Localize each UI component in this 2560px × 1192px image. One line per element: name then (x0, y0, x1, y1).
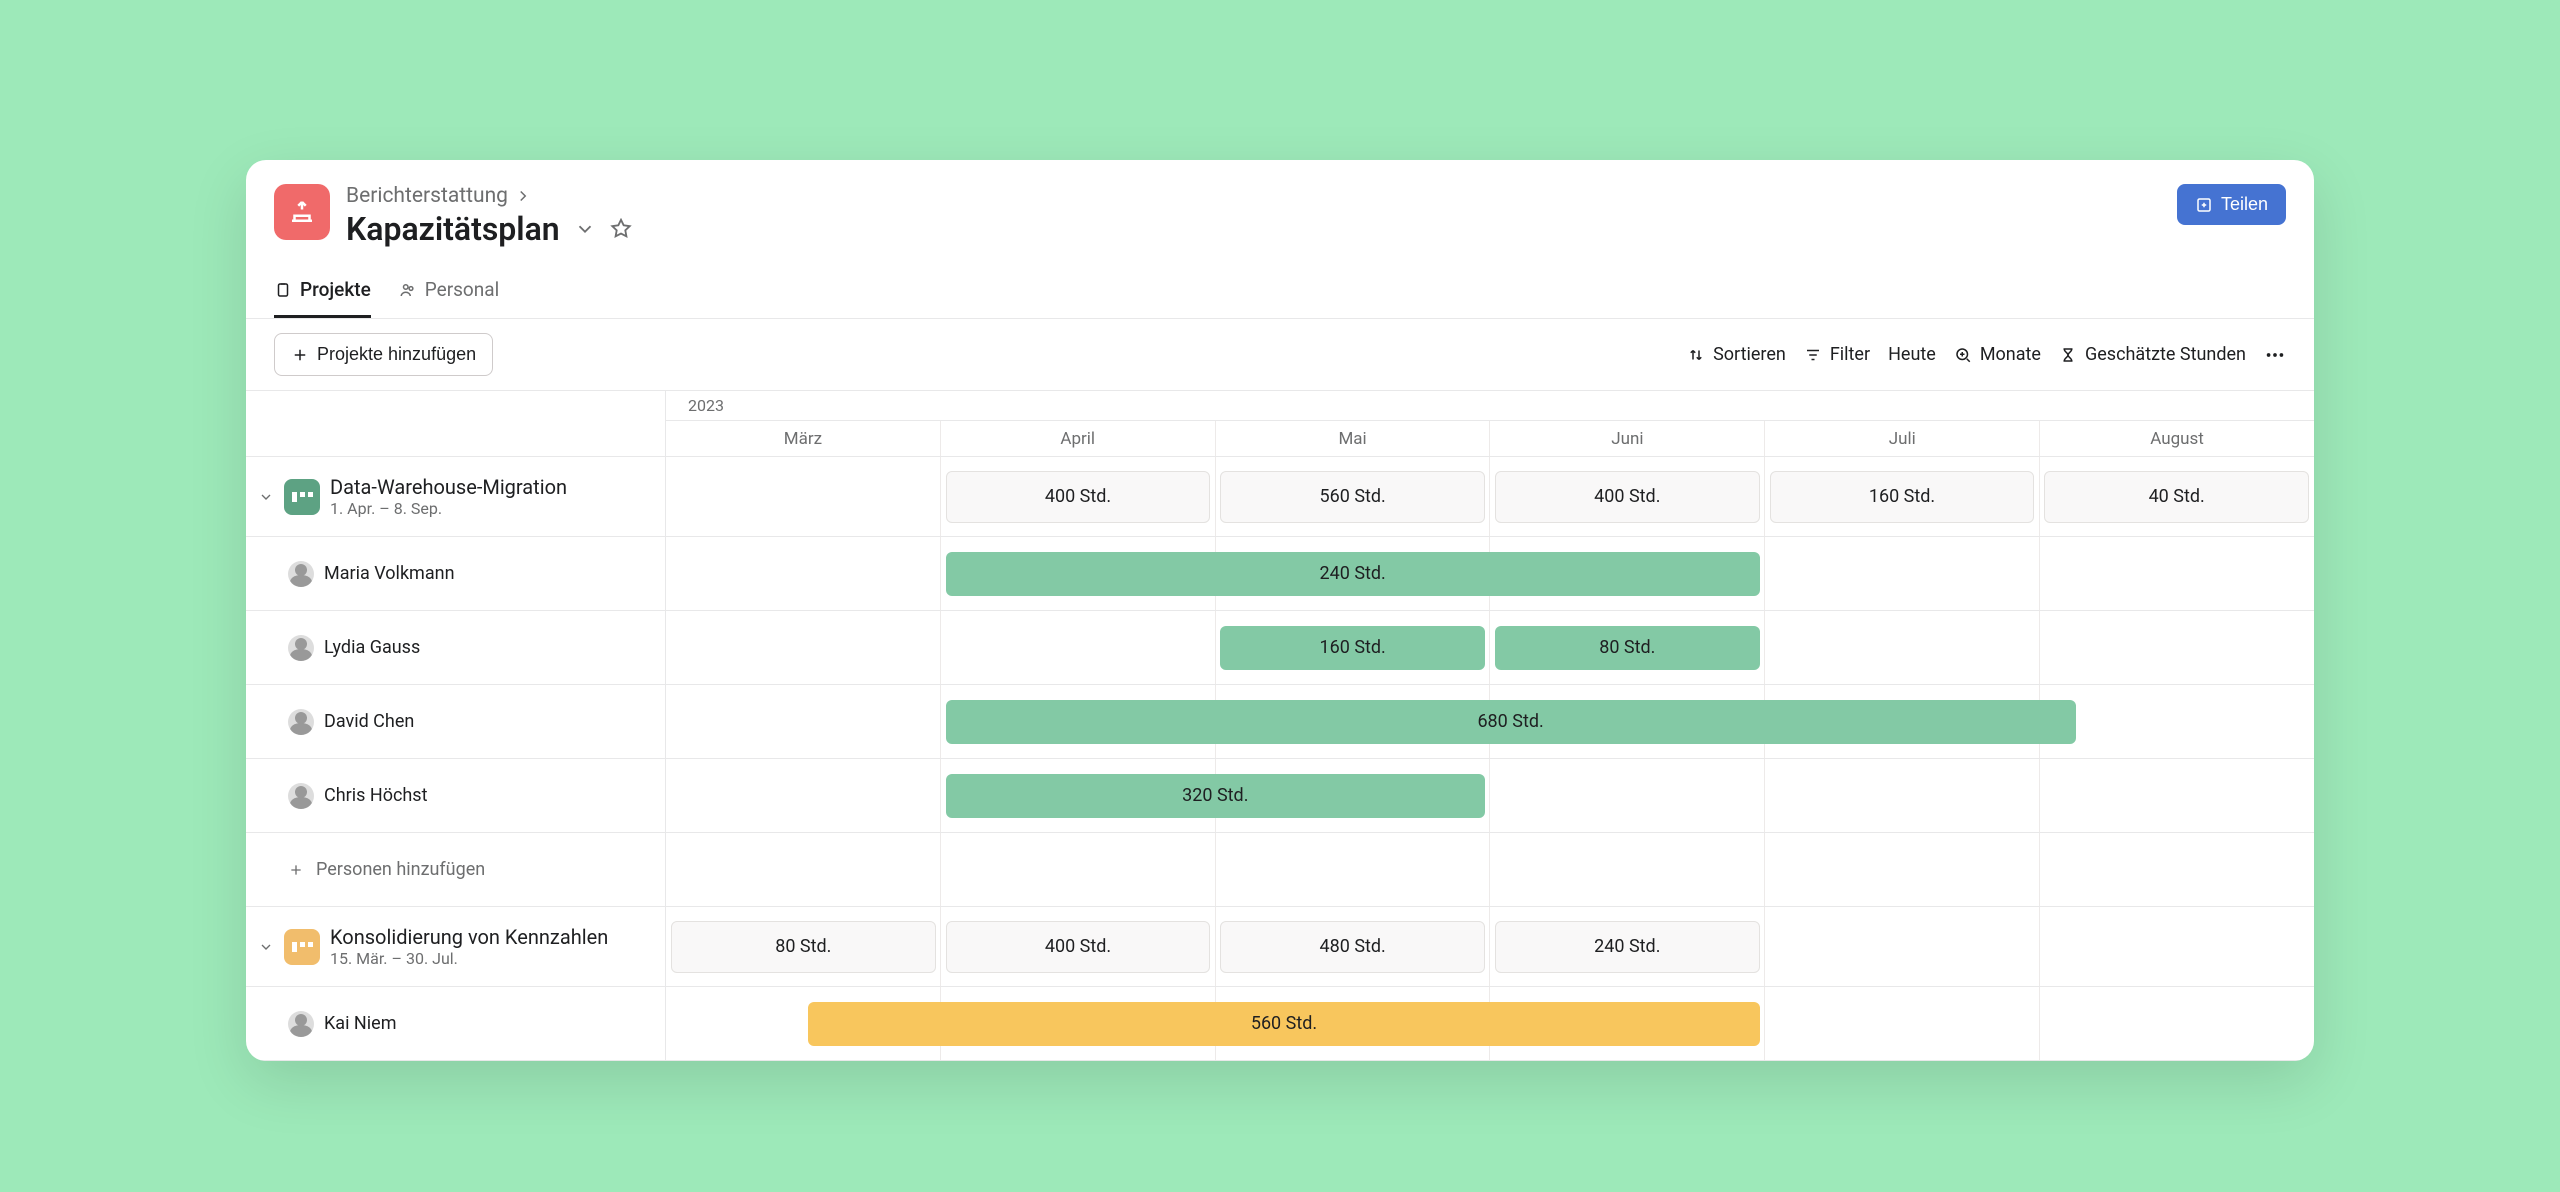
project-icon (284, 479, 320, 515)
star-icon[interactable] (610, 218, 632, 240)
summary-cell[interactable]: 480 Std. (1220, 921, 1485, 973)
avatar (288, 561, 314, 587)
share-button[interactable]: Teilen (2177, 184, 2286, 225)
people-icon (399, 281, 417, 299)
person-row[interactable]: Kai Niem (246, 987, 665, 1061)
avatar (288, 709, 314, 735)
header: Berichterstattung Kapazitätsplan Teilen (246, 160, 2314, 248)
person-name: Lydia Gauss (324, 637, 420, 658)
zoom-icon (1954, 346, 1972, 364)
project-icon (284, 929, 320, 965)
project-summary-row: 400 Std.560 Std.400 Std.160 Std.40 Std. (666, 457, 2314, 537)
person-row[interactable]: Maria Volkmann (246, 537, 665, 611)
sort-button[interactable]: Sortieren (1687, 344, 1786, 365)
share-label: Teilen (2221, 194, 2268, 215)
summary-cell[interactable]: 400 Std. (946, 471, 1211, 523)
project-title: Data-Warehouse-Migration (330, 475, 567, 499)
month-cell: April (941, 421, 1216, 456)
summary-cell[interactable]: 560 Std. (1220, 471, 1485, 523)
more-button[interactable] (2264, 344, 2286, 366)
plus-icon (291, 346, 309, 364)
allocation-bar[interactable]: 240 Std. (946, 552, 1760, 596)
allocation-bar[interactable]: 320 Std. (946, 774, 1485, 818)
tab-personnel-label: Personal (425, 278, 499, 301)
breadcrumb-text: Berichterstattung (346, 184, 508, 208)
share-icon (2195, 196, 2213, 214)
allocation-bar[interactable]: 560 Std. (808, 1002, 1759, 1046)
summary-cell[interactable]: 240 Std. (1495, 921, 1760, 973)
timeline: 2023 MärzAprilMaiJuniJuliAugust 400 Std.… (666, 391, 2314, 1061)
allocation-bar[interactable]: 680 Std. (946, 700, 2076, 744)
month-cell: März (666, 421, 941, 456)
month-cell: Mai (1216, 421, 1491, 456)
hourglass-icon (2059, 346, 2077, 364)
breadcrumb[interactable]: Berichterstattung (346, 184, 632, 208)
tabs: Projekte Personal (246, 268, 2314, 319)
tab-projects[interactable]: Projekte (274, 268, 371, 318)
plus-icon (288, 862, 304, 878)
project-summary-row: 80 Std.400 Std.480 Std.240 Std. (666, 907, 2314, 987)
summary-cell[interactable]: 160 Std. (1770, 471, 2035, 523)
project-row[interactable]: Konsolidierung von Kennzahlen 15. Mär. –… (246, 907, 665, 987)
filter-button[interactable]: Filter (1804, 344, 1870, 365)
avatar (288, 635, 314, 661)
person-timeline-row: 240 Std. (666, 537, 2314, 611)
toolbar: Projekte hinzufügen Sortieren Filter Heu… (246, 319, 2314, 390)
allocation-bar[interactable]: 160 Std. (1220, 626, 1485, 670)
year-row: 2023 (666, 391, 2314, 421)
person-row[interactable]: David Chen (246, 685, 665, 759)
add-people-button[interactable]: Personen hinzufügen (246, 833, 665, 907)
person-name: Kai Niem (324, 1013, 396, 1034)
today-button[interactable]: Heute (1888, 344, 1936, 365)
project-dates: 1. Apr. – 8. Sep. (330, 499, 567, 518)
month-cell: Juni (1490, 421, 1765, 456)
person-name: David Chen (324, 711, 414, 732)
month-header: MärzAprilMaiJuniJuliAugust (666, 421, 2314, 457)
chevron-down-icon[interactable] (258, 939, 274, 955)
chevron-right-icon (514, 187, 532, 205)
summary-cell[interactable]: 80 Std. (671, 921, 936, 973)
person-row[interactable]: Lydia Gauss (246, 611, 665, 685)
add-projects-button[interactable]: Projekte hinzufügen (274, 333, 493, 376)
avatar (288, 1011, 314, 1037)
chevron-down-icon[interactable] (258, 489, 274, 505)
allocation-bar[interactable]: 80 Std. (1495, 626, 1760, 670)
person-timeline-row: 320 Std. (666, 759, 2314, 833)
left-column: Data-Warehouse-Migration 1. Apr. – 8. Se… (246, 391, 666, 1061)
workspace-icon (274, 184, 330, 240)
summary-cell[interactable]: 400 Std. (946, 921, 1211, 973)
page-title: Kapazitätsplan (346, 210, 560, 248)
sort-icon (1687, 346, 1705, 364)
person-row[interactable]: Chris Höchst (246, 759, 665, 833)
tab-projects-label: Projekte (300, 278, 371, 301)
chevron-down-icon[interactable] (574, 218, 596, 240)
months-button[interactable]: Monate (1954, 344, 2041, 365)
app-window: Berichterstattung Kapazitätsplan Teilen … (246, 160, 2314, 1061)
summary-cell[interactable]: 400 Std. (1495, 471, 1760, 523)
month-cell: Juli (1765, 421, 2040, 456)
summary-cell[interactable]: 40 Std. (2044, 471, 2309, 523)
filter-icon (1804, 346, 1822, 364)
project-row[interactable]: Data-Warehouse-Migration 1. Apr. – 8. Se… (246, 457, 665, 537)
project-dates: 15. Mär. – 30. Jul. (330, 949, 608, 968)
tab-personnel[interactable]: Personal (399, 268, 499, 318)
project-title: Konsolidierung von Kennzahlen (330, 925, 608, 949)
person-timeline-row: 160 Std.80 Std. (666, 611, 2314, 685)
clipboard-icon (274, 281, 292, 299)
person-timeline-row: 560 Std. (666, 987, 2314, 1061)
add-projects-label: Projekte hinzufügen (317, 344, 476, 365)
more-icon (2264, 344, 2286, 366)
month-cell: August (2040, 421, 2314, 456)
estimated-hours-button[interactable]: Geschätzte Stunden (2059, 344, 2246, 365)
person-name: Chris Höchst (324, 785, 427, 806)
person-timeline-row: 680 Std. (666, 685, 2314, 759)
capacity-grid: Data-Warehouse-Migration 1. Apr. – 8. Se… (246, 390, 2314, 1061)
empty-timeline-row (666, 833, 2314, 907)
avatar (288, 783, 314, 809)
person-name: Maria Volkmann (324, 563, 455, 584)
